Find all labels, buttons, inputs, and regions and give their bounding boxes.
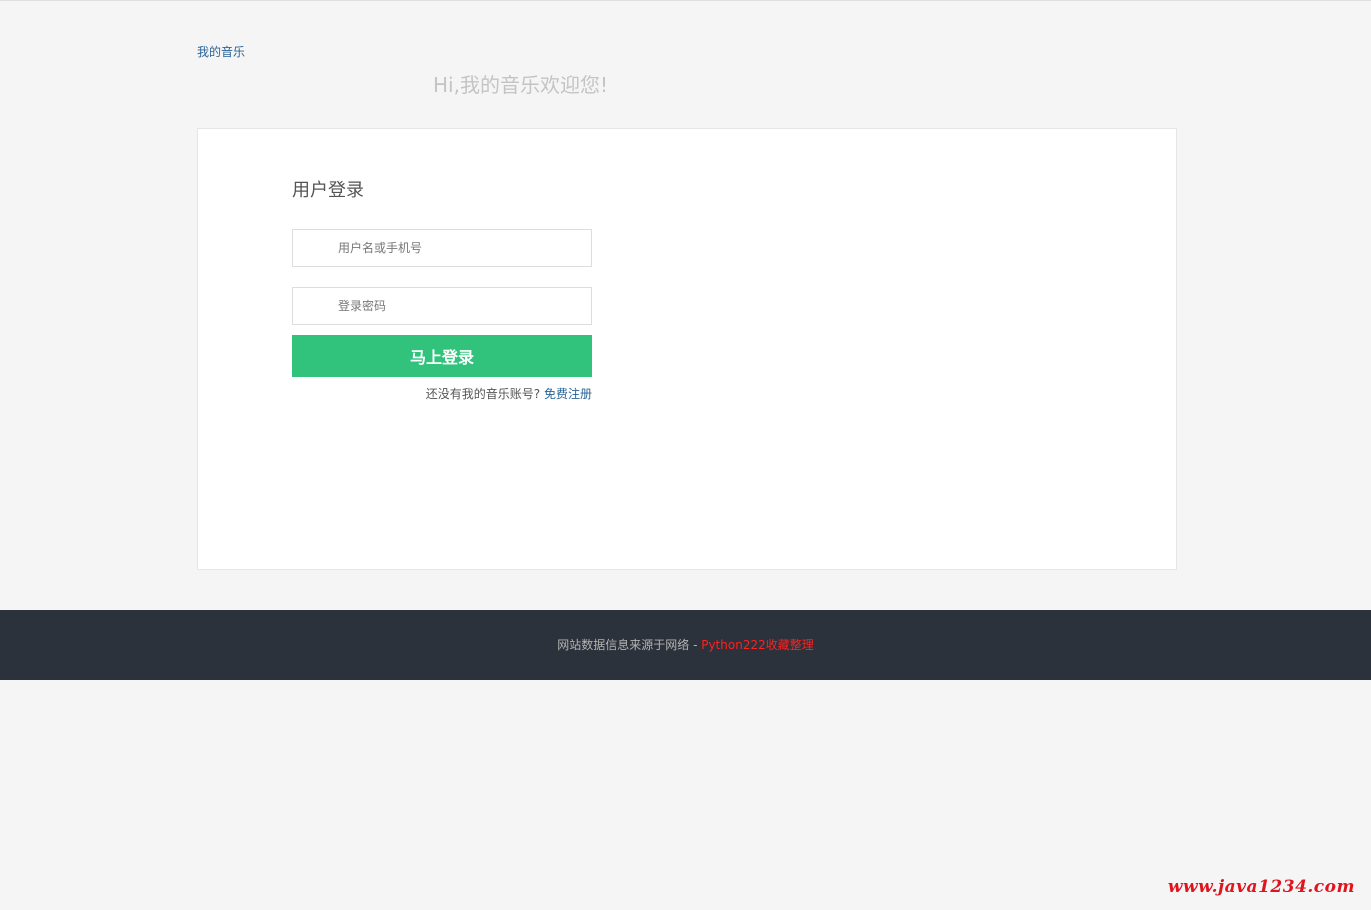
register-row: 还没有我的音乐账号? 免费注册 (292, 385, 592, 402)
watermark: www.java1234.com (1167, 877, 1355, 897)
login-button[interactable]: 马上登录 (292, 335, 592, 377)
register-prompt: 还没有我的音乐账号? (425, 387, 541, 401)
username-field-wrapper (292, 229, 592, 267)
username-input[interactable] (293, 230, 591, 266)
welcome-heading: Hi,我的音乐欢迎您! (433, 73, 608, 97)
footer-highlight: Python222收藏整理 (701, 638, 814, 652)
login-title: 用户登录 (292, 180, 364, 201)
page: 我的音乐 Hi,我的音乐欢迎您! 用户登录 马上登录 还没有我的音乐账号? 免费… (0, 0, 1371, 910)
login-card: 用户登录 马上登录 还没有我的音乐账号? 免费注册 (197, 128, 1177, 570)
footer: 网站数据信息来源于网络 - Python222收藏整理 (0, 610, 1371, 680)
brand-link[interactable]: 我的音乐 (197, 43, 245, 60)
footer-text: 网站数据信息来源于网络 - (557, 638, 702, 652)
password-input[interactable] (293, 288, 591, 324)
password-field-wrapper (292, 287, 592, 325)
register-link[interactable]: 免费注册 (544, 387, 592, 401)
